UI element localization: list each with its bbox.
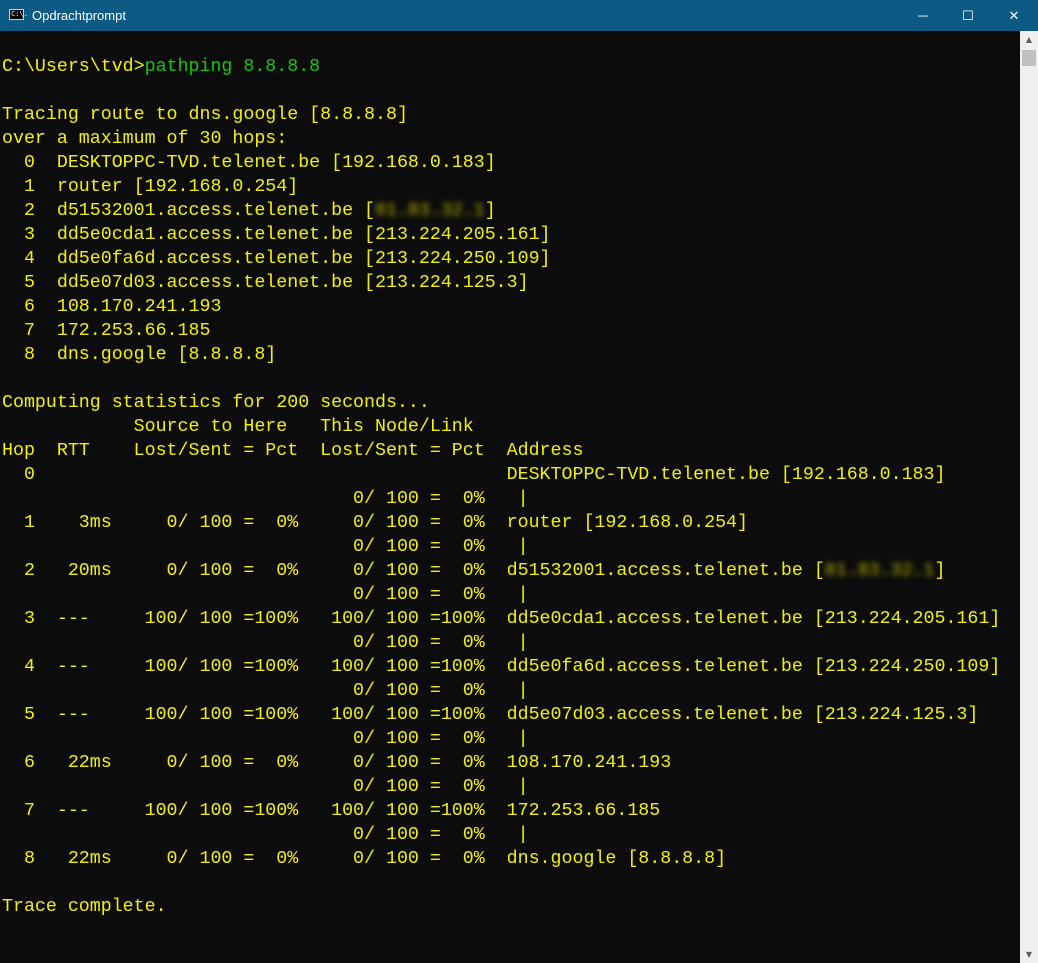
console-text: Hop RTT Lost/Sent = Pct Lost/Sent = Pct …	[2, 441, 584, 461]
console-text: 0/ 100 = 0% |	[2, 489, 529, 509]
console-text: 0/ 100 = 0% |	[2, 537, 529, 557]
console-line: 5 --- 100/ 100 =100% 100/ 100 =100% dd5e…	[2, 703, 1018, 727]
minimize-button[interactable]: ─	[900, 0, 946, 31]
console-line: 0/ 100 = 0% |	[2, 679, 1018, 703]
console-line: Hop RTT Lost/Sent = Pct Lost/Sent = Pct …	[2, 439, 1018, 463]
console-text: 8 22ms 0/ 100 = 0% 0/ 100 = 0% dns.googl…	[2, 849, 727, 869]
console-text: 4 dd5e0fa6d.access.telenet.be [213.224.2…	[2, 249, 551, 269]
title-bar[interactable]: C:\. Opdrachtprompt ─ ☐ ✕	[0, 0, 1038, 31]
console-line: 2 20ms 0/ 100 = 0% 0/ 100 = 0% d51532001…	[2, 559, 1018, 583]
console-text: Source to Here This Node/Link	[2, 417, 474, 437]
console-text: 8 dns.google [8.8.8.8]	[2, 345, 277, 365]
console-text: 6 108.170.241.193	[2, 297, 222, 317]
console-text: 1 3ms 0/ 100 = 0% 0/ 100 = 0% router [19…	[2, 513, 748, 533]
console-line: 7 172.253.66.185	[2, 319, 1018, 343]
console-text: 0/ 100 = 0% |	[2, 729, 529, 749]
console-line: 0/ 100 = 0% |	[2, 631, 1018, 655]
scroll-down-icon[interactable]: ▼	[1020, 946, 1038, 963]
console-text: 0/ 100 = 0% |	[2, 633, 529, 653]
console-line: 4 dd5e0fa6d.access.telenet.be [213.224.2…	[2, 247, 1018, 271]
console-text: over a maximum of 30 hops:	[2, 129, 288, 149]
scroll-thumb[interactable]	[1022, 50, 1036, 66]
console-line: 6 108.170.241.193	[2, 295, 1018, 319]
redacted-ip: 81.83.32.1	[375, 201, 485, 221]
console-line: over a maximum of 30 hops:	[2, 127, 1018, 151]
console-line: 0/ 100 = 0% |	[2, 823, 1018, 847]
console-text: 6 22ms 0/ 100 = 0% 0/ 100 = 0% 108.170.2…	[2, 753, 672, 773]
console-text: 0 DESKTOPPC-TVD.telenet.be [192.168.0.18…	[2, 153, 496, 173]
console-line: Computing statistics for 200 seconds...	[2, 391, 1018, 415]
console-text: 2 20ms 0/ 100 = 0% 0/ 100 = 0% d51532001…	[2, 561, 825, 581]
console-text: 7 172.253.66.185	[2, 321, 211, 341]
console-text: 5 --- 100/ 100 =100% 100/ 100 =100% dd5e…	[2, 705, 979, 725]
console-text: C:\Users\tvd>	[2, 57, 145, 77]
console-line: 8 22ms 0/ 100 = 0% 0/ 100 = 0% dns.googl…	[2, 847, 1018, 871]
console-text: 0 DESKTOPPC-TVD.telenet.be [192.168.0.18…	[2, 465, 946, 485]
cmd-icon: C:\.	[9, 9, 28, 20]
console-text: 3 --- 100/ 100 =100% 100/ 100 =100% dd5e…	[2, 609, 1001, 629]
console-text: 1 router [192.168.0.254]	[2, 177, 299, 197]
console-text: Trace complete.	[2, 897, 167, 917]
console-text: Tracing route to dns.google [8.8.8.8]	[2, 105, 408, 125]
scroll-up-icon[interactable]: ▲	[1020, 31, 1038, 48]
console-text: Computing statistics for 200 seconds...	[2, 393, 430, 413]
console-line: 3 dd5e0cda1.access.telenet.be [213.224.2…	[2, 223, 1018, 247]
console-text: 0/ 100 = 0% |	[2, 825, 529, 845]
console-line: 0/ 100 = 0% |	[2, 535, 1018, 559]
console-line: 0/ 100 = 0% |	[2, 487, 1018, 511]
console-line: 0/ 100 = 0% |	[2, 583, 1018, 607]
console-text: 5 dd5e07d03.access.telenet.be [213.224.1…	[2, 273, 529, 293]
close-button[interactable]: ✕	[991, 0, 1037, 31]
console-line: 6 22ms 0/ 100 = 0% 0/ 100 = 0% 108.170.2…	[2, 751, 1018, 775]
console-line: Trace complete.	[2, 895, 1018, 919]
console-line: 2 d51532001.access.telenet.be [81.83.32.…	[2, 199, 1018, 223]
console-text: 4 --- 100/ 100 =100% 100/ 100 =100% dd5e…	[2, 657, 1001, 677]
command-text: pathping 8.8.8.8	[144, 57, 321, 77]
console-line: 4 --- 100/ 100 =100% 100/ 100 =100% dd5e…	[2, 655, 1018, 679]
console-text: 0/ 100 = 0% |	[2, 777, 529, 797]
console-line: 7 --- 100/ 100 =100% 100/ 100 =100% 172.…	[2, 799, 1018, 823]
redacted-ip: 81.83.32.1	[824, 561, 935, 581]
console-line: 0 DESKTOPPC-TVD.telenet.be [192.168.0.18…	[2, 463, 1018, 487]
vertical-scrollbar[interactable]: ▲ ▼	[1020, 31, 1038, 963]
console-line: Source to Here This Node/Link	[2, 415, 1018, 439]
console-line: 0/ 100 = 0% |	[2, 775, 1018, 799]
console-line: 1 3ms 0/ 100 = 0% 0/ 100 = 0% router [19…	[2, 511, 1018, 535]
console-line: 0/ 100 = 0% |	[2, 727, 1018, 751]
window-title: Opdrachtprompt	[32, 8, 126, 23]
console-text: 3 dd5e0cda1.access.telenet.be [213.224.2…	[2, 225, 551, 245]
maximize-button[interactable]: ☐	[945, 0, 991, 31]
console-text: 7 --- 100/ 100 =100% 100/ 100 =100% 172.…	[2, 801, 661, 821]
console-line: C:\Users\tvd>pathping 8.8.8.8	[2, 55, 1018, 79]
console-text: ]	[934, 561, 946, 581]
console-output[interactable]: C:\Users\tvd>pathping 8.8.8.8 Tracing rou…	[2, 31, 1018, 963]
console-line: 5 dd5e07d03.access.telenet.be [213.224.1…	[2, 271, 1018, 295]
console-text: 2 d51532001.access.telenet.be [	[2, 201, 375, 221]
console-line: 0 DESKTOPPC-TVD.telenet.be [192.168.0.18…	[2, 151, 1018, 175]
console-line: 1 router [192.168.0.254]	[2, 175, 1018, 199]
console-text: 0/ 100 = 0% |	[2, 585, 529, 605]
console-text: 0/ 100 = 0% |	[2, 681, 529, 701]
console-text: ]	[484, 201, 496, 221]
console-line: Tracing route to dns.google [8.8.8.8]	[2, 103, 1018, 127]
console-line: 3 --- 100/ 100 =100% 100/ 100 =100% dd5e…	[2, 607, 1018, 631]
console-line: 8 dns.google [8.8.8.8]	[2, 343, 1018, 367]
command-prompt-window: C:\. Opdrachtprompt ─ ☐ ✕ C:\Users\tvd>p…	[0, 0, 1038, 963]
